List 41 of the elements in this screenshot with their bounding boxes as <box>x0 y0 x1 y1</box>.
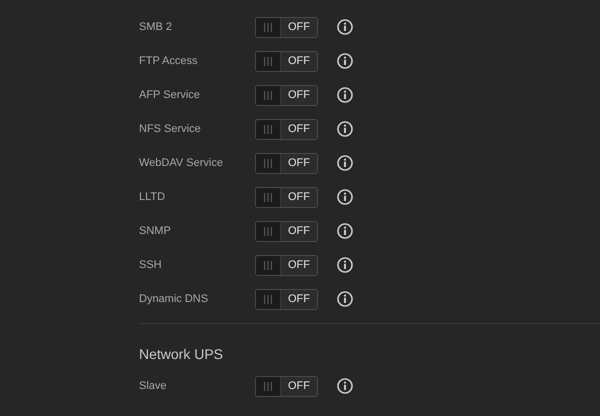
setting-label: Dynamic DNS <box>139 292 210 307</box>
info-icon[interactable] <box>337 188 353 205</box>
info-icon[interactable] <box>337 378 353 394</box>
setting-label: FTP Access <box>139 54 198 69</box>
grip-icon <box>264 56 272 66</box>
toggle-switch[interactable]: OFF <box>255 84 318 106</box>
grip-icon <box>264 22 272 32</box>
setting-label: Slave <box>139 378 168 394</box>
info-icon[interactable] <box>337 222 353 239</box>
info-icon[interactable] <box>337 120 353 137</box>
setting-label: NFS Service <box>139 122 202 137</box>
toggle-switch[interactable]: OFF <box>255 376 318 396</box>
setting-label: SMB 2 <box>139 20 174 35</box>
toggle-switch[interactable]: OFF <box>255 186 318 208</box>
grip-icon <box>264 158 272 168</box>
toggle-switch[interactable]: OFF <box>255 152 318 174</box>
info-icon[interactable] <box>337 18 353 35</box>
grip-icon <box>264 90 272 100</box>
setting-label: LLTD <box>139 190 166 205</box>
info-icon[interactable] <box>337 290 353 307</box>
toggle-switch[interactable]: OFF <box>255 118 318 140</box>
info-icon[interactable] <box>337 154 353 171</box>
setting-label: SNMP <box>139 224 172 239</box>
grip-icon <box>264 124 272 134</box>
setting-label: WebDAV Service <box>139 156 224 171</box>
grip-icon <box>264 192 272 202</box>
toggle-switch[interactable]: OFF <box>255 16 318 38</box>
info-icon[interactable] <box>337 86 353 103</box>
section-heading: Network UPS <box>139 345 224 364</box>
setting-label: SSH <box>139 258 163 273</box>
toggle-switch[interactable]: OFF <box>255 288 318 310</box>
info-icon[interactable] <box>337 52 353 69</box>
setting-label: AFP Service <box>139 88 201 103</box>
grip-icon <box>264 294 272 304</box>
info-icon[interactable] <box>337 256 353 273</box>
toggle-switch[interactable]: OFF <box>255 50 318 72</box>
toggle-switch[interactable]: OFF <box>255 254 318 276</box>
grip-icon <box>264 226 272 236</box>
grip-icon <box>264 382 272 390</box>
toggle-switch[interactable]: OFF <box>255 220 318 242</box>
grip-icon <box>264 260 272 270</box>
